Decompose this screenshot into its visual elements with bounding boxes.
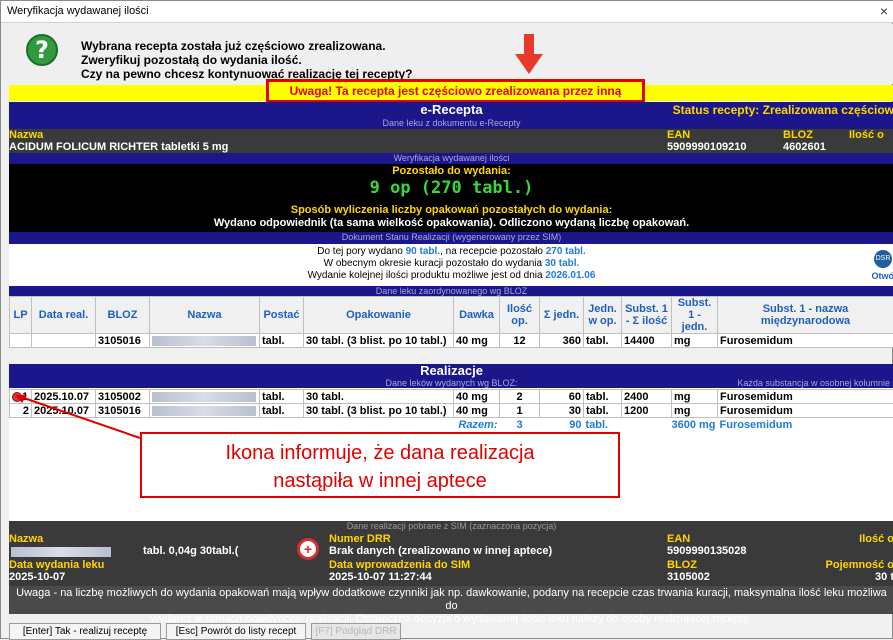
window-title: Weryfikacja wydawanej ilości xyxy=(7,5,149,17)
dokument-panel: Do tej pory wydano 90 tabl., na recepcie… xyxy=(9,244,893,286)
question-icon: ? xyxy=(26,34,58,66)
sposob-label: Sposób wyliczenia liczby opakowań pozost… xyxy=(9,204,893,216)
pozostalo-value: 9 op (270 tabl.) xyxy=(9,178,893,198)
redacted-name xyxy=(11,547,111,557)
pozostalo-label: Pozostało do wydania: xyxy=(9,165,893,177)
col-header[interactable]: Subst. 1 - jedn. xyxy=(672,297,718,334)
realization-details: Nazwa tabl. 0,04g 30tabl.( Data wydania … xyxy=(9,532,893,586)
col-header[interactable]: Dawka xyxy=(454,297,500,334)
col-header[interactable]: Subst. 1 - Σ ilość xyxy=(622,297,672,334)
dokument-line-2: W obecnym okresie kuracji pozostało do w… xyxy=(9,258,893,269)
ilosc-label: Ilość o xyxy=(849,129,884,141)
pointer-arrow-icon xyxy=(15,393,145,443)
confirm-button[interactable]: [Enter] Tak - realizuj receptę xyxy=(9,623,161,640)
erecepta-subheader: Dane leku z dokumentu e-Recepty xyxy=(9,118,893,129)
ordered-row[interactable]: 3105016 tabl. 30 tabl. (3 blist. po 10 t… xyxy=(10,334,893,348)
col-header[interactable]: Subst. 1 - nazwa międzynarodowa xyxy=(718,297,893,334)
bloz-label: BLOZ xyxy=(783,129,813,141)
col-header[interactable]: Ilość op. xyxy=(500,297,540,334)
col-header[interactable]: Σ jedn. xyxy=(540,297,584,334)
message-line-1: Wybrana recepta została już częściowo zr… xyxy=(81,39,386,53)
realizacje-header: Realizacje xyxy=(9,364,893,378)
ordered-table: LP Data real. BLOZ Nazwa Postać Opakowan… xyxy=(9,296,893,348)
col-header[interactable]: BLOZ xyxy=(96,297,150,334)
col-header[interactable]: Opakowanie xyxy=(304,297,454,334)
redacted-name xyxy=(152,406,256,416)
table-header-row: LP Data real. BLOZ Nazwa Postać Opakowan… xyxy=(10,297,893,334)
drug-name: ACIDUM FOLICUM RICHTER tabletki 5 mg xyxy=(9,141,228,153)
drug-info-band: Nazwa ACIDUM FOLICUM RICHTER tabletki 5 … xyxy=(9,129,893,153)
dokument-subheader: Dokument Stanu Realizacji (wygenerowany … xyxy=(9,232,893,244)
weryfikacja-subheader: Weryfikacja wydawanej ilości xyxy=(9,153,893,164)
ean-value: 5909990109210 xyxy=(667,141,747,153)
erecepta-header: e-Recepta Status recepty: Zrealizowana c… xyxy=(9,102,893,118)
warning-footer: Uwaga - na liczbę możliwych do wydania o… xyxy=(9,586,893,614)
col-header[interactable]: Jedn. w op. xyxy=(584,297,622,334)
title-bar: Weryfikacja wydawanej ilości × xyxy=(1,1,893,23)
bottom-subheader: Dane realizacji pobrane z SIM (zaznaczon… xyxy=(9,521,893,532)
dsr-icon[interactable]: DSR xyxy=(874,250,892,268)
ean-label: EAN xyxy=(667,129,690,141)
dialog-window: Weryfikacja wydawanej ilości × ? Wybrana… xyxy=(0,0,893,639)
redacted-name xyxy=(152,336,256,346)
dokument-line-1: Do tej pory wydano 90 tabl., na recepcie… xyxy=(9,246,893,257)
drr-icon[interactable]: + xyxy=(297,538,319,560)
nazwa-label: Nazwa xyxy=(9,129,43,141)
realizacje-subheader: Dane leków wydanych wg BLOZ: Każda subst… xyxy=(9,378,893,388)
col-header[interactable]: Data real. xyxy=(32,297,96,334)
remaining-panel: Pozostało do wydania: 9 op (270 tabl.) S… xyxy=(9,164,893,232)
col-header[interactable]: Nazwa xyxy=(150,297,260,334)
back-to-list-button[interactable]: [Esc] Powrót do listy recept xyxy=(166,623,306,640)
dokument-line-3: Wydanie kolejnej ilości produktu możliwe… xyxy=(9,270,893,281)
annotation-callout: Ikona informuje, że dana realizacja nast… xyxy=(140,432,620,498)
prescription-status: Status recepty: Zrealizowana częściow xyxy=(673,103,893,117)
message-line-2: Zweryfikuj pozostałą do wydania ilość. xyxy=(81,53,302,67)
sposob-value: Wydano odpowiednik (ta sama wielkość opa… xyxy=(9,217,893,229)
col-header[interactable]: Postać xyxy=(260,297,304,334)
redacted-name xyxy=(152,392,256,402)
table-subheader: Dane leku zaordynowanego wg BLOZ xyxy=(9,286,893,296)
close-icon[interactable]: × xyxy=(880,3,888,19)
open-dsr-link[interactable]: Otwó xyxy=(872,271,893,281)
other-pharmacy-warning: Uwaga! Ta recepta jest częściowo zrealiz… xyxy=(266,79,645,103)
col-header[interactable]: LP xyxy=(10,297,32,334)
bloz-value: 4602601 xyxy=(783,141,826,153)
red-arrow-icon xyxy=(515,34,543,74)
drr-preview-button[interactable]: [F7] Podgląd DRR xyxy=(311,623,401,640)
